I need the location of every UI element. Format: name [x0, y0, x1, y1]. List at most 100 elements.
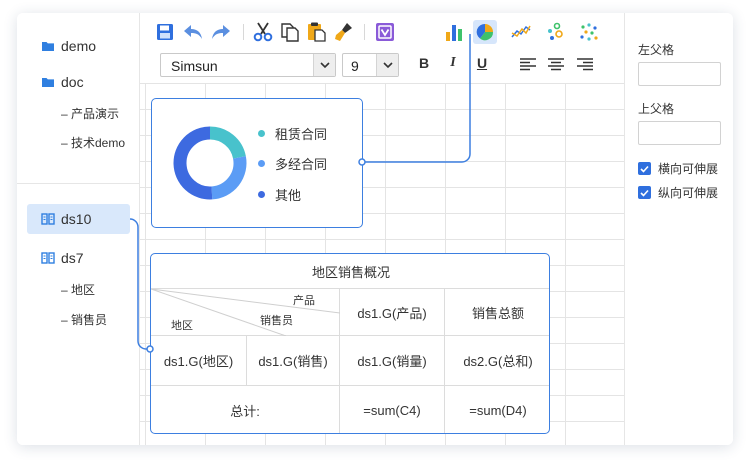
undo-icon	[184, 25, 202, 39]
donut-slice	[211, 156, 247, 200]
paste-icon	[308, 22, 326, 42]
cell-total-header[interactable]: 销售总额	[445, 289, 549, 336]
copy-button[interactable]	[278, 20, 302, 44]
header-region-label: 地区	[171, 320, 193, 332]
cut-button[interactable]	[251, 20, 275, 44]
preview-icon	[376, 23, 394, 41]
chart-card[interactable]: 租赁合同 多经合同 其他	[151, 98, 363, 228]
pie-chart-icon	[476, 23, 494, 41]
report-title[interactable]: 地区销售概况	[151, 254, 549, 289]
align-center-icon	[548, 58, 564, 71]
horizontal-expand-checkbox[interactable]: 横向可伸展	[638, 160, 718, 177]
cell-total-c4[interactable]: =sum(C4)	[340, 386, 445, 433]
tree-child-product-demo[interactable]: – 产品演示	[61, 105, 119, 122]
bold-button[interactable]: B	[415, 55, 433, 71]
legend-marker	[258, 160, 265, 167]
report-table[interactable]: 地区销售概况 产品 销售员 地区 ds1.G(产品) 销售总额 ds1.G(地区…	[150, 253, 550, 434]
legend-item: 其他	[258, 185, 301, 204]
header-product-label: 产品	[293, 295, 315, 307]
underline-button[interactable]: U	[473, 55, 491, 71]
top-parent-label: 上父格	[638, 102, 675, 116]
save-icon	[157, 24, 173, 40]
folder-icon	[42, 78, 54, 87]
donut-slice	[173, 126, 213, 200]
legend-label: 租赁合同	[275, 127, 328, 142]
align-right-button[interactable]	[573, 53, 597, 77]
scatter-chart-button[interactable]	[543, 20, 567, 44]
properties-panel: 左父格 上父格 横向可伸展 纵向可伸展	[624, 13, 733, 445]
vertical-expand-checkbox[interactable]: 纵向可伸展	[638, 184, 718, 201]
tree-child-tech-demo[interactable]: – 技术demo	[61, 134, 125, 151]
tree-child-region[interactable]: – 地区	[61, 281, 95, 298]
folder-icon	[42, 42, 54, 51]
tree-node-label: ds10	[61, 211, 92, 227]
tree-node-ds10[interactable]: ds10	[27, 204, 130, 234]
top-parent-input[interactable]	[638, 121, 721, 145]
donut-slice	[209, 126, 246, 159]
align-center-button[interactable]	[544, 53, 568, 77]
tree-divider	[17, 183, 140, 184]
redo-button[interactable]	[209, 20, 233, 44]
bar-chart-button[interactable]	[442, 20, 466, 44]
chevron-down-icon[interactable]	[313, 54, 335, 76]
tree-node-doc[interactable]: doc	[17, 67, 140, 97]
tree-node-ds7[interactable]: ds7	[17, 243, 140, 273]
cell-quantity-group[interactable]: ds1.G(销量)	[340, 336, 445, 386]
preview-button[interactable]	[373, 20, 397, 44]
font-size-value: 9	[351, 58, 359, 74]
cell-product-group[interactable]: ds1.G(产品)	[340, 289, 445, 336]
save-button[interactable]	[153, 20, 177, 44]
tree-node-demo[interactable]: demo	[17, 31, 140, 61]
format-painter-icon	[335, 23, 352, 41]
cell-total-d4[interactable]: =sum(D4)	[445, 386, 549, 433]
cell-salesman-group[interactable]: ds1.G(销售)	[247, 336, 340, 386]
dataset-icon	[41, 213, 55, 225]
copy-icon	[281, 23, 299, 42]
toolbar-separator	[364, 24, 365, 40]
tree-node-label: doc	[61, 74, 84, 90]
dataset-icon	[41, 252, 55, 264]
legend-marker	[258, 191, 265, 198]
diagonal-header-cell[interactable]: 产品 销售员 地区	[151, 289, 340, 336]
left-parent-input[interactable]	[638, 62, 721, 86]
legend-label: 多经合同	[275, 157, 328, 172]
tree-node-label: demo	[61, 38, 97, 54]
bar-chart-icon	[446, 25, 462, 41]
cell-region-group[interactable]: ds1.G(地区)	[151, 336, 247, 386]
pie-chart-button[interactable]	[473, 20, 497, 44]
left-parent-label: 左父格	[638, 43, 675, 57]
bubble-chart-button[interactable]	[577, 20, 601, 44]
paste-button[interactable]	[305, 20, 329, 44]
line-chart-icon	[511, 25, 531, 38]
redo-icon	[212, 25, 230, 39]
tree-node-label: ds7	[61, 250, 84, 266]
scatter-chart-icon	[548, 22, 563, 40]
italic-button[interactable]: I	[444, 55, 462, 71]
header-salesman-label: 销售员	[260, 315, 293, 327]
toolbar: Simsun 9 B I U	[140, 13, 624, 83]
align-right-icon	[577, 58, 593, 71]
align-left-icon	[520, 58, 536, 71]
align-left-button[interactable]	[516, 53, 540, 77]
donut-chart	[173, 126, 247, 200]
format-painter-button[interactable]	[332, 20, 356, 44]
legend-label: 其他	[275, 188, 302, 203]
cell-sum-group[interactable]: ds2.G(总和)	[445, 336, 549, 386]
tree-child-salesman[interactable]: – 销售员	[61, 311, 107, 328]
cell-total-label[interactable]: 总计:	[151, 386, 340, 433]
resource-tree: demo doc – 产品演示 – 技术demo ds10 ds7 – 地区 –…	[17, 13, 140, 445]
legend-item: 多经合同	[258, 154, 327, 173]
checkbox-checked-icon	[638, 162, 651, 175]
font-family-value: Simsun	[171, 58, 218, 74]
toolbar-separator	[243, 24, 244, 40]
chevron-down-icon[interactable]	[376, 54, 398, 76]
font-size-select[interactable]: 9	[342, 53, 399, 77]
font-family-select[interactable]: Simsun	[160, 53, 336, 77]
checkbox-label: 横向可伸展	[658, 162, 719, 176]
line-chart-button[interactable]	[509, 20, 533, 44]
legend-marker	[258, 130, 265, 137]
designer-window: demo doc – 产品演示 – 技术demo ds10 ds7 – 地区 –…	[17, 13, 733, 445]
checkbox-checked-icon	[638, 186, 651, 199]
legend-item: 租赁合同	[258, 124, 327, 143]
undo-button[interactable]	[181, 20, 205, 44]
